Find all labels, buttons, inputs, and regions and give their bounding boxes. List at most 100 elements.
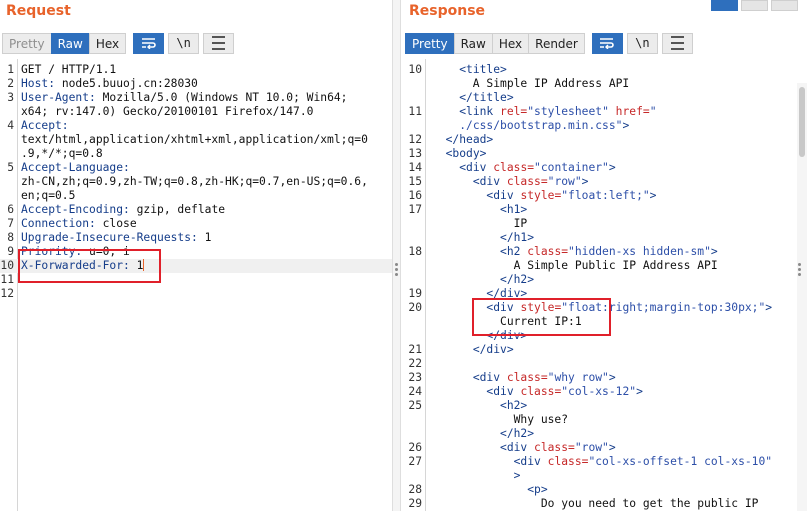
response-line: 17 <h1> bbox=[401, 203, 807, 217]
line-number: 12 bbox=[0, 287, 14, 300]
line-number: 10 bbox=[408, 63, 422, 76]
response-tab-hex[interactable]: Hex bbox=[491, 32, 530, 54]
code-token: </div> bbox=[472, 343, 514, 356]
request-line: 1 GET / HTTP/1.1 bbox=[0, 63, 392, 77]
code-token: rel= bbox=[500, 105, 528, 118]
request-line: 5 Accept-Language: bbox=[0, 161, 392, 175]
line-number: 10 bbox=[0, 259, 14, 272]
response-line: </title> bbox=[401, 91, 807, 105]
code-text: A Simple Public IP Address API bbox=[432, 259, 718, 273]
response-line: A Simple IP Address API bbox=[401, 77, 807, 91]
line-number: 15 bbox=[408, 175, 422, 188]
code-text: Connection: close bbox=[21, 217, 137, 231]
line-number: 26 bbox=[408, 441, 422, 454]
line-number: 5 bbox=[7, 161, 14, 174]
code-token: .9,*/*;q=0.8 bbox=[21, 147, 103, 160]
code-token: > bbox=[649, 189, 657, 202]
code-token: zh-CN,zh;q=0.9,zh-TW;q=0.8,zh-HK;q=0.7,e… bbox=[21, 175, 368, 188]
request-tab-hex[interactable]: Hex bbox=[88, 32, 127, 54]
code-token: > bbox=[581, 175, 589, 188]
pane-divider[interactable] bbox=[392, 0, 401, 511]
response-line: A Simple Public IP Address API bbox=[401, 259, 807, 273]
code-token: A Simple Public IP Address API bbox=[432, 259, 718, 272]
menu-icon[interactable] bbox=[661, 32, 693, 54]
line-number: 3 bbox=[7, 91, 14, 104]
request-line: en;q=0.5 bbox=[0, 189, 392, 203]
response-pane: Response Pretty Raw Hex Render \n 10 <ti… bbox=[401, 0, 807, 511]
code-token: > bbox=[608, 371, 616, 384]
wrap-lines-icon[interactable] bbox=[591, 32, 623, 54]
right-edge-handle-icon[interactable] bbox=[798, 263, 802, 278]
layout-stacked-icon[interactable] bbox=[741, 0, 768, 11]
code-token: "stylesheet" bbox=[527, 105, 609, 118]
code-token: "row" bbox=[547, 175, 582, 188]
code-token: </h1> bbox=[500, 231, 535, 244]
response-scrollbar[interactable] bbox=[797, 83, 807, 511]
response-scroll-thumb[interactable] bbox=[799, 87, 805, 157]
request-line: 4 Accept: bbox=[0, 119, 392, 133]
line-number: 9 bbox=[7, 245, 14, 258]
line-number: 6 bbox=[7, 203, 14, 216]
code-text: User-Agent: Mozilla/5.0 (Windows NT 10.0… bbox=[21, 91, 347, 105]
code-text: x64; rv:147.0) Gecko/20100101 Firefox/14… bbox=[21, 105, 313, 119]
request-tab-raw[interactable]: Raw bbox=[50, 32, 90, 54]
code-token: "container" bbox=[534, 161, 609, 174]
request-tab-pretty[interactable]: Pretty bbox=[2, 32, 52, 54]
code-token: class= bbox=[506, 371, 548, 384]
code-token: <p> bbox=[527, 483, 548, 496]
response-tab-pretty[interactable]: Pretty bbox=[405, 32, 455, 54]
code-text: text/html,application/xhtml+xml,applicat… bbox=[21, 133, 368, 147]
menu-icon[interactable] bbox=[203, 32, 235, 54]
line-number: 20 bbox=[408, 301, 422, 314]
request-editor[interactable]: 1 GET / HTTP/1.1 2 Host: node5.buuoj.cn:280… bbox=[0, 59, 392, 511]
request-line: 2 Host: node5.buuoj.cn:28030 bbox=[0, 77, 392, 91]
code-text: <div class="col-xs-offset-1 col-xs-10" bbox=[432, 455, 772, 469]
response-line: 18 <h2 class="hidden-xs hidden-sm"> bbox=[401, 245, 807, 259]
code-token: class= bbox=[527, 245, 569, 258]
code-text: <link rel="stylesheet" href=" bbox=[432, 105, 656, 119]
code-token: class= bbox=[493, 161, 535, 174]
code-token: > bbox=[765, 301, 773, 314]
layout-side-by-side-icon[interactable] bbox=[711, 0, 738, 11]
request-line: 12 bbox=[0, 287, 392, 301]
newline-toggle-icon[interactable]: \n bbox=[168, 32, 200, 54]
response-tab-render[interactable]: Render bbox=[528, 32, 585, 54]
code-text: > bbox=[432, 469, 521, 483]
line-number: 4 bbox=[7, 119, 14, 132]
code-token: class= bbox=[547, 455, 589, 468]
code-text: Upgrade-Insecure-Requests: 1 bbox=[21, 231, 211, 245]
code-token: en;q=0.5 bbox=[21, 189, 76, 202]
response-tab-raw[interactable]: Raw bbox=[453, 32, 493, 54]
code-token: <div bbox=[500, 441, 535, 454]
code-text: Host: node5.buuoj.cn:28030 bbox=[21, 77, 198, 91]
wrap-lines-icon[interactable] bbox=[133, 32, 165, 54]
divider-handle-icon[interactable] bbox=[395, 263, 399, 278]
layout-toggle[interactable] bbox=[708, 0, 798, 11]
line-number: 16 bbox=[408, 189, 422, 202]
line-number: 17 bbox=[408, 203, 422, 216]
line-number: 28 bbox=[408, 483, 422, 496]
code-token: > bbox=[710, 245, 718, 258]
code-token: text/html,application/xhtml+xml,applicat… bbox=[21, 133, 368, 146]
code-text: <body> bbox=[432, 147, 487, 161]
code-text: IP bbox=[432, 217, 528, 231]
code-token: > bbox=[608, 441, 616, 454]
code-token: href= bbox=[608, 105, 650, 118]
code-token: class= bbox=[520, 385, 562, 398]
response-editor[interactable]: 10 <title> A Simple IP Address API </tit… bbox=[401, 59, 807, 511]
code-token: Accept-Encoding: bbox=[21, 203, 130, 216]
code-token: </h2> bbox=[500, 273, 535, 286]
code-token: <div bbox=[513, 455, 548, 468]
code-token: "row" bbox=[574, 441, 609, 454]
newline-toggle-icon[interactable]: \n bbox=[626, 32, 658, 54]
layout-single-icon[interactable] bbox=[771, 0, 798, 11]
line-number: 27 bbox=[408, 455, 422, 468]
